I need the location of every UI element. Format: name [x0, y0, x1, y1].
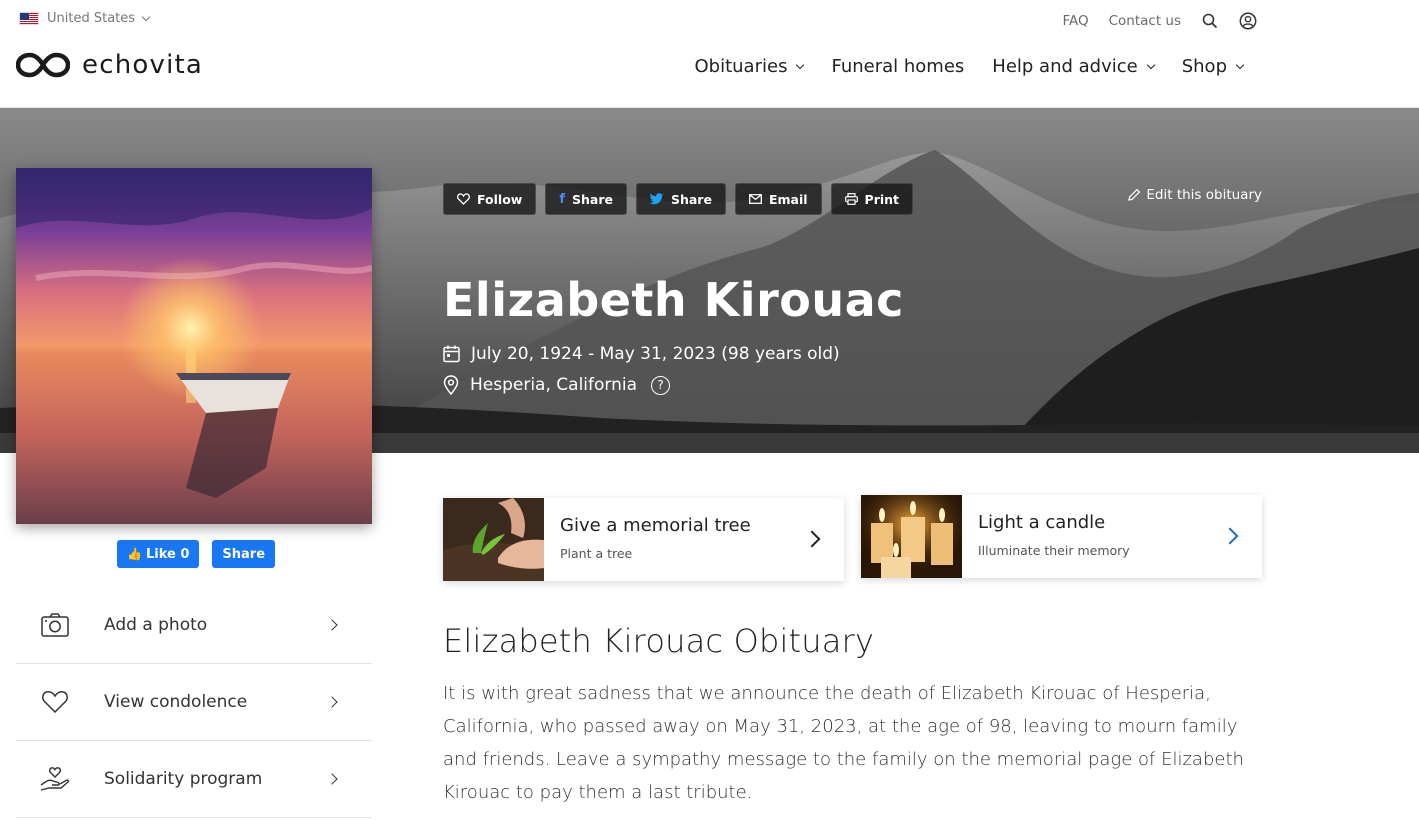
nav-label: Help and advice	[992, 56, 1138, 77]
sidebar-item-label: Solidarity program	[104, 769, 263, 789]
faq-link[interactable]: FAQ	[1062, 13, 1088, 29]
nav-label: Shop	[1181, 56, 1227, 77]
sidebar-item-add-photo[interactable]: Add a photo	[16, 587, 372, 664]
tree-planting-image	[443, 498, 544, 581]
calendar-icon	[443, 345, 460, 363]
camera-icon	[40, 613, 70, 637]
email-label: Email	[768, 191, 808, 207]
sunset-boat-image	[16, 168, 372, 524]
heart-icon	[457, 193, 470, 205]
account-icon[interactable]	[1239, 12, 1257, 30]
deceased-name: Elizabeth Kirouac	[443, 273, 904, 327]
light-candle-card[interactable]: Light a candle Illuminate their memory	[861, 495, 1262, 578]
site-logo[interactable]: echovita	[16, 50, 203, 80]
nav-label: Funeral homes	[831, 56, 965, 77]
twitter-icon	[649, 193, 664, 205]
chevron-down-icon	[796, 60, 805, 70]
print-label: Print	[864, 191, 900, 207]
sidebar-item-solidarity-program[interactable]: Solidarity program	[16, 741, 372, 818]
infinity-logo-icon	[16, 52, 70, 78]
twitter-share-label: Share	[670, 191, 712, 207]
sidebar-actions: Add a photo View condolence Solidarity p…	[16, 587, 372, 818]
obituary-body: It is with great sadness that we announc…	[443, 683, 1244, 803]
chevron-down-icon	[1235, 60, 1245, 70]
follow-button[interactable]: Follow	[443, 183, 537, 215]
facebook-share-button-small[interactable]: Share	[212, 540, 276, 568]
location-text: Hesperia, California	[470, 375, 638, 395]
chevron-right-icon	[803, 530, 821, 548]
email-button[interactable]: Email	[734, 183, 822, 215]
nav-obituaries[interactable]: Obituaries	[694, 56, 805, 77]
chevron-right-icon	[326, 696, 338, 708]
thumbs-up-icon: 👍	[127, 547, 142, 561]
search-icon[interactable]	[1201, 12, 1219, 30]
profile-photo[interactable]	[16, 168, 372, 524]
facebook-share-button[interactable]: f Share	[545, 183, 627, 215]
twitter-share-button[interactable]: Share	[635, 183, 726, 215]
nav-label: Obituaries	[694, 56, 788, 77]
chevron-down-icon	[1146, 60, 1155, 70]
chevron-right-icon	[326, 773, 338, 785]
location: Hesperia, California ?	[443, 375, 671, 395]
life-dates: July 20, 1924 - May 31, 2023 (98 years o…	[443, 344, 840, 364]
tree-card-title: Give a memorial tree	[560, 515, 751, 536]
facebook-share-small-label: Share	[222, 546, 266, 562]
edit-obituary-link[interactable]: Edit this obituary	[1127, 187, 1262, 203]
utility-links: FAQ Contact us	[1062, 12, 1257, 30]
hand-heart-icon	[40, 766, 70, 792]
nav-shop[interactable]: Shop	[1181, 56, 1245, 77]
heart-icon	[40, 690, 70, 714]
nav-help-and-advice[interactable]: Help and advice	[992, 56, 1155, 77]
utility-bar: United States FAQ Contact us	[0, 0, 1419, 40]
logo-text: echovita	[82, 50, 204, 80]
site-header: echovita Obituaries Funeral homes Help a…	[0, 40, 1419, 108]
candle-card-subtitle: Illuminate their memory	[978, 543, 1130, 558]
chevron-right-icon	[1221, 527, 1239, 545]
country-selector[interactable]: United States	[19, 11, 151, 26]
country-label: United States	[47, 11, 136, 26]
candles-image	[861, 495, 962, 578]
share-actions: Follow f Share Share Email Print	[443, 183, 914, 215]
facebook-share-label: Share	[571, 191, 613, 207]
memorial-tree-card[interactable]: Give a memorial tree Plant a tree	[443, 498, 844, 581]
printer-icon	[844, 193, 858, 205]
main-nav: Obituaries Funeral homes Help and advice…	[694, 56, 1245, 77]
chevron-right-icon	[326, 619, 338, 631]
us-flag-icon	[19, 12, 39, 25]
life-dates-text: July 20, 1924 - May 31, 2023 (98 years o…	[471, 344, 840, 364]
tree-card-subtitle: Plant a tree	[560, 546, 633, 561]
sidebar-item-label: View condolence	[104, 692, 248, 712]
location-pin-icon	[443, 375, 459, 395]
facebook-like-button[interactable]: 👍 Like 0	[117, 540, 200, 568]
facebook-icon: f	[559, 191, 565, 207]
nav-funeral-homes[interactable]: Funeral homes	[831, 56, 964, 77]
chevron-down-icon	[141, 12, 151, 22]
follow-label: Follow	[477, 191, 523, 207]
help-icon[interactable]: ?	[651, 375, 671, 395]
obituary-title: Elizabeth Kirouac Obituary	[443, 622, 875, 660]
candle-card-title: Light a candle	[978, 512, 1106, 533]
sidebar-item-label: Add a photo	[104, 615, 208, 635]
pencil-icon	[1128, 188, 1141, 201]
envelope-icon	[749, 194, 762, 204]
print-button[interactable]: Print	[830, 183, 914, 215]
facebook-like-label: Like 0	[145, 546, 190, 562]
facebook-buttons: 👍 Like 0 Share	[117, 540, 276, 568]
edit-obituary-label: Edit this obituary	[1146, 187, 1262, 203]
sidebar-item-view-condolence[interactable]: View condolence	[16, 664, 372, 741]
contact-link[interactable]: Contact us	[1109, 13, 1181, 29]
